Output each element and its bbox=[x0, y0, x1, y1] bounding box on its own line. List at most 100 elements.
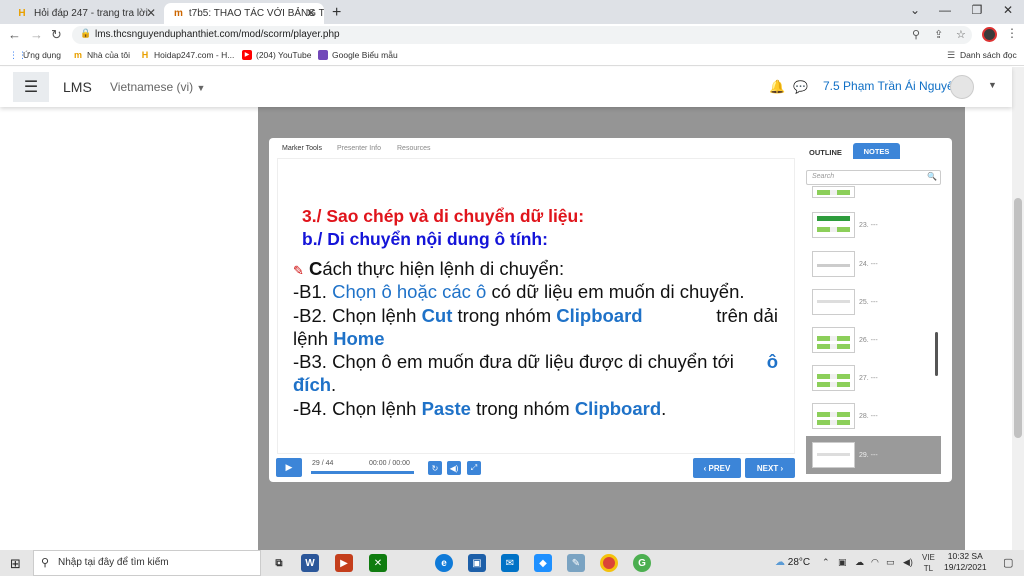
bookmark-star-icon[interactable]: ☆ bbox=[956, 28, 966, 41]
slide-thumbnail[interactable]: 28. --- bbox=[806, 397, 941, 435]
chrome-icon[interactable] bbox=[600, 554, 618, 572]
slide-thumbnail[interactable]: 26. --- bbox=[806, 321, 941, 359]
fullscreen-icon: ⤢ bbox=[470, 463, 478, 472]
thumbnail-label: 27. --- bbox=[859, 374, 878, 382]
bookmark-apps[interactable]: ⋮⋮ Ứng dụng bbox=[9, 50, 61, 60]
speaker-icon[interactable]: ◀) bbox=[903, 557, 913, 568]
slide-thumbnail[interactable]: 23. --- bbox=[806, 206, 941, 244]
xbox-icon[interactable]: ✕ bbox=[369, 554, 387, 572]
wifi-icon[interactable]: ◠ bbox=[871, 557, 879, 568]
tab-search-chevron-icon[interactable]: ⌄ bbox=[900, 3, 930, 17]
browser-menu-icon[interactable]: ⋮ bbox=[1006, 26, 1018, 40]
weather[interactable]: ☁ 28°C bbox=[775, 557, 810, 568]
tab-title: t7b5: THAO TÁC VỚI BẢNG TÍNH bbox=[188, 8, 324, 19]
messages-icon[interactable]: 💬 bbox=[793, 80, 808, 94]
powerpoint-icon[interactable]: ▶ bbox=[335, 554, 353, 572]
close-tab-icon[interactable]: ✕ bbox=[306, 6, 316, 20]
slide-thumbnail[interactable]: 27. --- bbox=[806, 359, 941, 397]
thumbnail-label: 28. --- bbox=[859, 412, 878, 420]
clock[interactable]: 10:32 SA 19/12/2021 bbox=[944, 551, 987, 573]
tab-marker-tools[interactable]: Marker Tools bbox=[282, 145, 322, 152]
bookmark-youtube[interactable]: ▶ (204) YouTube bbox=[242, 50, 311, 60]
slide-thumbnail-selected[interactable]: 29. --- bbox=[806, 436, 941, 474]
slide-line-intro: ✎ Cách thực hiện lệnh di chuyển: bbox=[293, 258, 778, 282]
language-menu[interactable]: Vietnamese (vi) ▼ bbox=[110, 80, 205, 94]
url-text[interactable]: lms.thcsnguyenduphanthiet.com/mod/scorm/… bbox=[95, 29, 340, 40]
edge-icon[interactable]: e bbox=[435, 554, 453, 572]
user-name[interactable]: 7.5 Phạm Trần Ái Nguyên bbox=[823, 79, 960, 93]
prev-label: PREV bbox=[708, 463, 731, 473]
restore-icon[interactable]: ❐ bbox=[962, 3, 992, 17]
store-icon[interactable]: ▣ bbox=[468, 554, 486, 572]
thumbnail-image bbox=[812, 212, 855, 238]
slide-heading: 3./ Sao chép và di chuyển dữ liệu: bbox=[302, 206, 585, 226]
onedrive-icon[interactable]: ☁ bbox=[855, 557, 864, 568]
bookmark-hoidap[interactable]: H Hoidap247.com - H... bbox=[140, 50, 235, 60]
hoidap-favicon-icon: H bbox=[18, 8, 26, 19]
b1-suffix: có dữ liệu em muốn di chuyển. bbox=[486, 281, 745, 302]
input-language[interactable]: VIE TL bbox=[922, 552, 935, 574]
lock-icon[interactable]: 🔒 bbox=[80, 28, 91, 39]
close-tab-icon[interactable]: ✕ bbox=[146, 6, 156, 20]
tab-notes[interactable]: NOTES bbox=[853, 143, 900, 159]
paint-icon[interactable]: ✎ bbox=[567, 554, 585, 572]
forward-icon[interactable]: → bbox=[30, 27, 43, 42]
intro-initial: C bbox=[309, 258, 323, 279]
task-view-icon[interactable]: ⧉ bbox=[270, 554, 288, 572]
bookmark-label: Google Biểu mẫu bbox=[332, 50, 398, 60]
minimize-icon[interactable]: — bbox=[930, 3, 960, 17]
site-brand[interactable]: LMS bbox=[63, 79, 92, 95]
browser-tab-hoidap[interactable]: H Hỏi đáp 247 - trang tra lời ✕ bbox=[6, 3, 164, 24]
slide-thumbnail[interactable]: 25. --- bbox=[806, 283, 941, 321]
slide-counter: 29 / 44 bbox=[312, 460, 334, 467]
user-menu-chevron-icon[interactable]: ▼ bbox=[988, 80, 997, 90]
apps-grid-icon: ⋮⋮ bbox=[9, 50, 27, 60]
search-icon[interactable]: 🔍 bbox=[927, 172, 937, 181]
play-button[interactable]: ▶ bbox=[276, 458, 302, 477]
profile-avatar[interactable] bbox=[982, 27, 997, 42]
word-icon[interactable]: W bbox=[301, 554, 319, 572]
volume-button[interactable]: ◀) bbox=[447, 461, 461, 475]
tray-chevron-icon[interactable]: ⌃ bbox=[822, 557, 830, 568]
notifications-icon[interactable]: ▢ bbox=[1003, 556, 1013, 569]
bookmark-google-forms[interactable]: Google Biểu mẫu bbox=[318, 50, 398, 60]
tray-app-icon[interactable]: ▣ bbox=[838, 557, 847, 568]
reading-list[interactable]: ☰ Danh sách đọc bbox=[946, 50, 1017, 60]
next-button[interactable]: NEXT › bbox=[745, 458, 795, 478]
thumbnail-image bbox=[812, 365, 855, 391]
b2-cut: Cut bbox=[421, 305, 453, 326]
chevron-left-icon: ‹ bbox=[703, 463, 707, 473]
seek-bar[interactable] bbox=[311, 471, 414, 474]
tab-outline[interactable]: OUTLINE bbox=[809, 148, 842, 157]
replay-button[interactable]: ↻ bbox=[428, 461, 442, 475]
green-app-icon[interactable]: G bbox=[633, 554, 651, 572]
replay-icon: ↻ bbox=[431, 463, 439, 473]
thumbnail-label: 29. --- bbox=[859, 451, 878, 459]
share-icon[interactable]: ⇪ bbox=[934, 28, 943, 41]
app-icon[interactable]: ◆ bbox=[534, 554, 552, 572]
avatar[interactable] bbox=[950, 75, 974, 99]
prev-button[interactable]: ‹ PREV bbox=[693, 458, 741, 478]
hamburger-menu-button[interactable]: ☰ bbox=[13, 72, 49, 102]
bell-icon[interactable]: 🔔 bbox=[769, 79, 785, 95]
b2-continuation: lệnh bbox=[293, 328, 334, 349]
reload-icon[interactable]: ↻ bbox=[51, 27, 62, 43]
browser-tab-active[interactable]: m t7b5: THAO TÁC VỚI BẢNG TÍNH ✕ bbox=[164, 3, 324, 24]
slide-line-b4: -B4. Chọn lệnh Paste trong nhóm Clipboar… bbox=[293, 398, 778, 420]
window-close-icon[interactable]: ✕ bbox=[993, 3, 1023, 17]
sidebar-scrollbar[interactable] bbox=[935, 332, 938, 376]
battery-icon[interactable]: ▭ bbox=[886, 557, 895, 568]
back-icon[interactable]: ← bbox=[8, 27, 21, 42]
page-scrollbar-thumb[interactable] bbox=[1014, 198, 1022, 438]
new-tab-icon[interactable]: + bbox=[332, 4, 341, 22]
mail-icon[interactable]: ✉ bbox=[501, 554, 519, 572]
thumbnail-label: 25. --- bbox=[859, 298, 878, 306]
tab-presenter-info[interactable]: Presenter Info bbox=[337, 145, 381, 152]
fullscreen-button[interactable]: ⤢ bbox=[467, 461, 481, 475]
tab-resources[interactable]: Resources bbox=[397, 145, 430, 152]
windows-start-icon[interactable]: ⊞ bbox=[10, 556, 21, 572]
slide-thumbnail[interactable]: 24. --- bbox=[806, 245, 941, 283]
zoom-icon[interactable]: ⚲ bbox=[912, 28, 920, 41]
bookmark-home[interactable]: m Nhà của tôi bbox=[73, 50, 130, 60]
slide-thumbnail[interactable] bbox=[806, 185, 941, 199]
